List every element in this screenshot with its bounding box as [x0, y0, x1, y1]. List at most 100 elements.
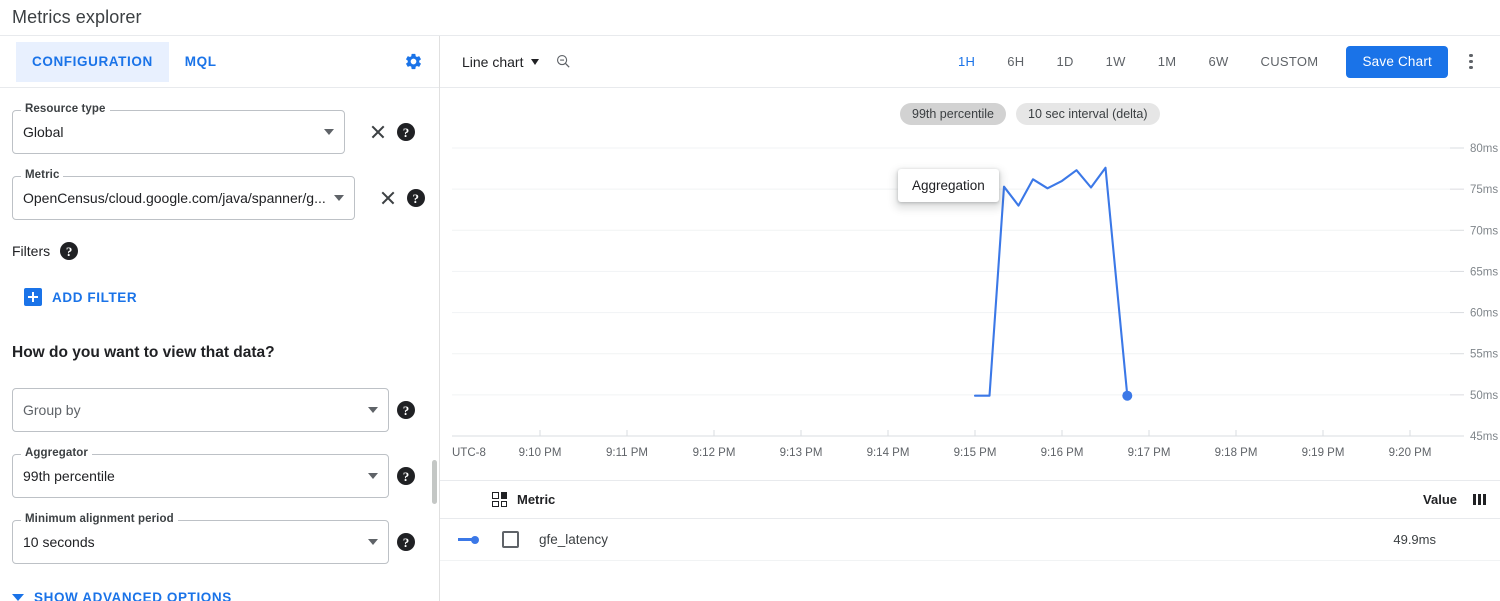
sq-br: [501, 501, 508, 508]
resource-type-value: Global: [23, 124, 320, 140]
x-tick-label: 9:20 PM: [1389, 447, 1432, 459]
aggregator-select[interactable]: Aggregator 99th percentile: [12, 454, 389, 498]
metric-value: OpenCensus/cloud.google.com/java/spanner…: [23, 190, 330, 206]
y-tick-label: 60ms: [1470, 308, 1498, 320]
range-6w[interactable]: 6W: [1192, 46, 1244, 77]
chevron-down-icon[interactable]: [368, 407, 378, 413]
y-tick-label: 55ms: [1470, 349, 1498, 361]
chevron-down-icon: [531, 59, 539, 65]
chart-y-axis-ticks: 80ms 75ms 70ms 65ms 60ms 55ms 50ms 45ms: [1470, 143, 1498, 443]
resource-type-row: Resource type Global ?: [12, 110, 415, 154]
group-by-select[interactable]: Group by: [12, 388, 389, 432]
series-gfe_latency-last-point[interactable]: [1122, 391, 1132, 401]
chip-interval[interactable]: 10 sec interval (delta): [1016, 103, 1160, 125]
group-by-placeholder: Group by: [23, 402, 364, 418]
sidebar-scrollbar[interactable]: [432, 460, 437, 504]
clear-metric-icon[interactable]: [377, 187, 399, 209]
range-1h[interactable]: 1H: [942, 46, 991, 77]
table-row[interactable]: gfe_latency 49.9ms: [440, 519, 1500, 561]
help-alignment-period-icon[interactable]: ?: [397, 533, 415, 551]
help-resource-type-icon[interactable]: ?: [397, 123, 415, 141]
chip-interval-label: 10 sec interval (delta): [1028, 107, 1148, 121]
x-tick-label: 9:19 PM: [1302, 447, 1345, 459]
metrics-legend-table: Metric Value gfe_latency 49.9ms: [440, 480, 1500, 561]
help-group-by-icon[interactable]: ?: [397, 401, 415, 419]
y-tick-label: 75ms: [1470, 184, 1498, 196]
chip-aggregation[interactable]: 99th percentile: [900, 103, 1006, 125]
chip-aggregation-label: 99th percentile: [912, 107, 994, 121]
y-tick-label: 65ms: [1470, 266, 1498, 278]
chevron-down-icon[interactable]: [324, 129, 334, 135]
metric-select[interactable]: Metric OpenCensus/cloud.google.com/java/…: [12, 176, 355, 220]
sidebar-scroll-area[interactable]: Resource type Global ? Metric OpenCensus…: [0, 88, 439, 601]
settings-gear-button[interactable]: [399, 48, 427, 76]
zoom-out-button[interactable]: [555, 53, 572, 70]
chart-type-dropdown[interactable]: Line chart: [462, 54, 539, 70]
range-1m[interactable]: 1M: [1142, 46, 1193, 77]
chart-timezone-label: UTC-8: [452, 447, 486, 459]
x-tick-label: 9:15 PM: [954, 447, 997, 459]
time-range-group: 1H 6H 1D 1W 1M 6W CUSTOM Save Chart: [942, 46, 1484, 78]
alignment-period-select[interactable]: Minimum alignment period 10 seconds: [12, 520, 389, 564]
clear-resource-type-icon[interactable]: [367, 121, 389, 143]
legend-header-row: Metric Value: [440, 481, 1500, 519]
select-all-squares-icon[interactable]: [492, 492, 507, 507]
y-tick-label: 50ms: [1470, 390, 1498, 402]
add-filter-button[interactable]: ADD FILTER: [24, 288, 137, 306]
x-tick-label: 9:18 PM: [1215, 447, 1258, 459]
tab-configuration-label: CONFIGURATION: [32, 54, 153, 69]
x-tick-label: 9:10 PM: [519, 447, 562, 459]
view-data-question: How do you want to view that data?: [12, 344, 415, 362]
y-tick-label: 45ms: [1470, 431, 1498, 443]
kebab-dot: [1469, 60, 1472, 63]
swatch-dot: [471, 536, 479, 544]
group-by-row: Group by ?: [12, 388, 415, 432]
chevron-down-icon[interactable]: [368, 473, 378, 479]
chevron-down-icon[interactable]: [334, 195, 344, 201]
range-custom[interactable]: CUSTOM: [1245, 46, 1335, 77]
row-checkbox[interactable]: [502, 531, 519, 548]
col-bar: [1473, 494, 1476, 505]
tab-mql[interactable]: MQL: [169, 42, 233, 82]
x-tick-label: 9:14 PM: [867, 447, 910, 459]
column-settings-icon[interactable]: [1473, 494, 1486, 505]
range-1d[interactable]: 1D: [1040, 46, 1089, 77]
filters-header: Filters ?: [12, 242, 415, 260]
x-tick-label: 9:11 PM: [606, 447, 648, 459]
show-advanced-options-button[interactable]: SHOW ADVANCED OPTIONS: [12, 590, 232, 601]
sq-tr: [501, 492, 508, 499]
column-header-value: Value: [1423, 492, 1457, 507]
row-metric-value: 49.9ms: [1393, 532, 1486, 547]
kebab-dot: [1469, 66, 1472, 69]
y-tick-label: 70ms: [1470, 225, 1498, 237]
series-gfe_latency-line: [975, 168, 1127, 396]
y-tick-label: 80ms: [1470, 143, 1498, 155]
range-6h[interactable]: 6H: [991, 46, 1040, 77]
filters-label: Filters: [12, 243, 50, 259]
row-metric-name: gfe_latency: [539, 532, 608, 547]
chevron-down-icon[interactable]: [368, 539, 378, 545]
resource-type-select[interactable]: Resource type Global: [12, 110, 345, 154]
x-tick-label: 9:13 PM: [780, 447, 823, 459]
range-1w[interactable]: 1W: [1090, 46, 1142, 77]
chart-toolbar: Line chart 1H 6H 1D 1W 1M 6W CUSTOM Save…: [440, 36, 1500, 88]
sq-bl: [492, 501, 499, 508]
col-bar: [1478, 494, 1481, 505]
chart-x-axis-ticks: 9:10 PM9:11 PM9:12 PM9:13 PM9:14 PM9:15 …: [519, 430, 1432, 459]
help-filters-icon[interactable]: ?: [60, 242, 78, 260]
column-header-metric: Metric: [517, 492, 555, 507]
resource-type-label: Resource type: [21, 103, 110, 115]
help-metric-icon[interactable]: ?: [407, 189, 425, 207]
alignment-period-label: Minimum alignment period: [21, 513, 178, 525]
configuration-sidebar: CONFIGURATION MQL Resource type Global: [0, 36, 440, 601]
alignment-period-row: Minimum alignment period 10 seconds ?: [12, 520, 415, 564]
chart-type-label: Line chart: [462, 54, 523, 70]
swatch-line: [458, 538, 472, 541]
save-chart-button[interactable]: Save Chart: [1346, 46, 1448, 78]
sq-tl: [492, 492, 499, 499]
aggregator-value: 99th percentile: [23, 468, 364, 484]
more-options-button[interactable]: [1458, 47, 1484, 77]
sidebar-tabbar: CONFIGURATION MQL: [0, 36, 439, 88]
help-aggregator-icon[interactable]: ?: [397, 467, 415, 485]
tab-configuration[interactable]: CONFIGURATION: [16, 42, 169, 82]
